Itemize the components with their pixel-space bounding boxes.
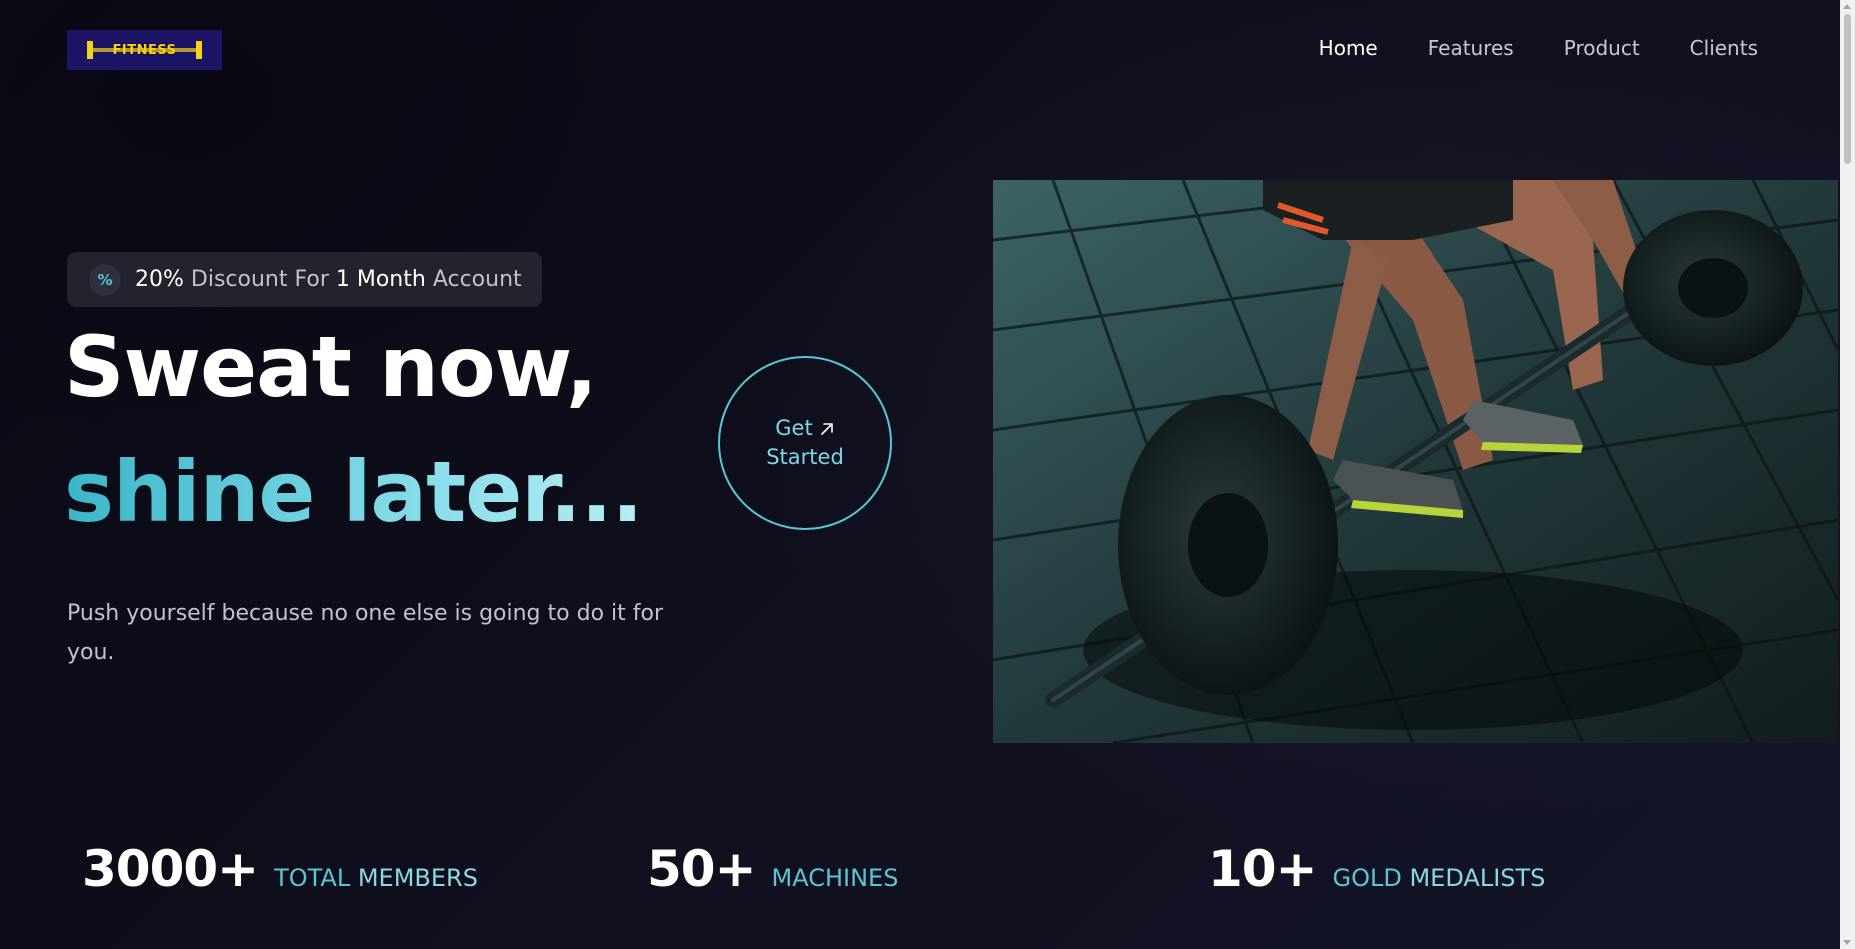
top-navigation: Home Features Product Clients [1319, 36, 1758, 60]
stat-label: Total Members [274, 864, 478, 892]
brand-logo[interactable]: Fitness [67, 30, 222, 70]
stat-members: 3000+ Total Members [82, 840, 478, 898]
discount-badge: % 20% Discount For 1 Month Account [67, 252, 542, 307]
discount-duration: 1 Month [335, 267, 426, 292]
discount-label: Discount For [190, 267, 329, 292]
arrow-up-right-icon [819, 421, 835, 437]
hero-subtext: Push yourself because no one else is goi… [67, 601, 663, 665]
discount-account: Account [432, 267, 522, 292]
get-started-button[interactable]: Get Started [718, 356, 892, 530]
stat-number: 50+ [647, 840, 756, 898]
barbell-plate-left [87, 41, 93, 59]
stat-label: Machines [771, 864, 898, 892]
stat-label-part2: Medalists [1409, 864, 1546, 892]
barbell-icon [93, 48, 196, 52]
scrollbar-thumb[interactable] [1844, 14, 1851, 164]
stat-label-part1: Gold [1332, 864, 1402, 892]
nav-clients[interactable]: Clients [1690, 36, 1758, 60]
scroll-down-icon[interactable] [1843, 940, 1851, 945]
barbell-plate-right [196, 41, 202, 59]
discount-percent: 20% [135, 267, 184, 292]
cta-label-line1: Get [775, 416, 813, 440]
hero-headline-line2: shine later... [64, 443, 643, 541]
nav-home[interactable]: Home [1319, 36, 1378, 60]
page-scrollbar[interactable] [1840, 0, 1855, 949]
percent-icon: % [89, 263, 121, 296]
discount-text: 20% Discount For 1 Month Account [135, 267, 522, 292]
hero-image [993, 180, 1838, 743]
stat-medalists: 10+ Gold Medalists [1208, 840, 1545, 898]
stat-label: Gold Medalists [1332, 864, 1545, 892]
cta-row: Get [775, 414, 834, 443]
hero-headline-line1: Sweat now, [64, 318, 598, 416]
stat-label-part1: Machines [771, 864, 899, 892]
nav-features[interactable]: Features [1428, 36, 1514, 60]
cta-label-line2: Started [766, 445, 844, 469]
stat-number: 3000+ [82, 840, 259, 898]
nav-product[interactable]: Product [1564, 36, 1640, 60]
scroll-up-icon[interactable] [1843, 4, 1851, 9]
stat-label-part1: Total [274, 864, 351, 892]
stat-machines: 50+ Machines [647, 840, 898, 898]
stat-number: 10+ [1208, 840, 1317, 898]
stat-label-part2: Members [357, 864, 478, 892]
